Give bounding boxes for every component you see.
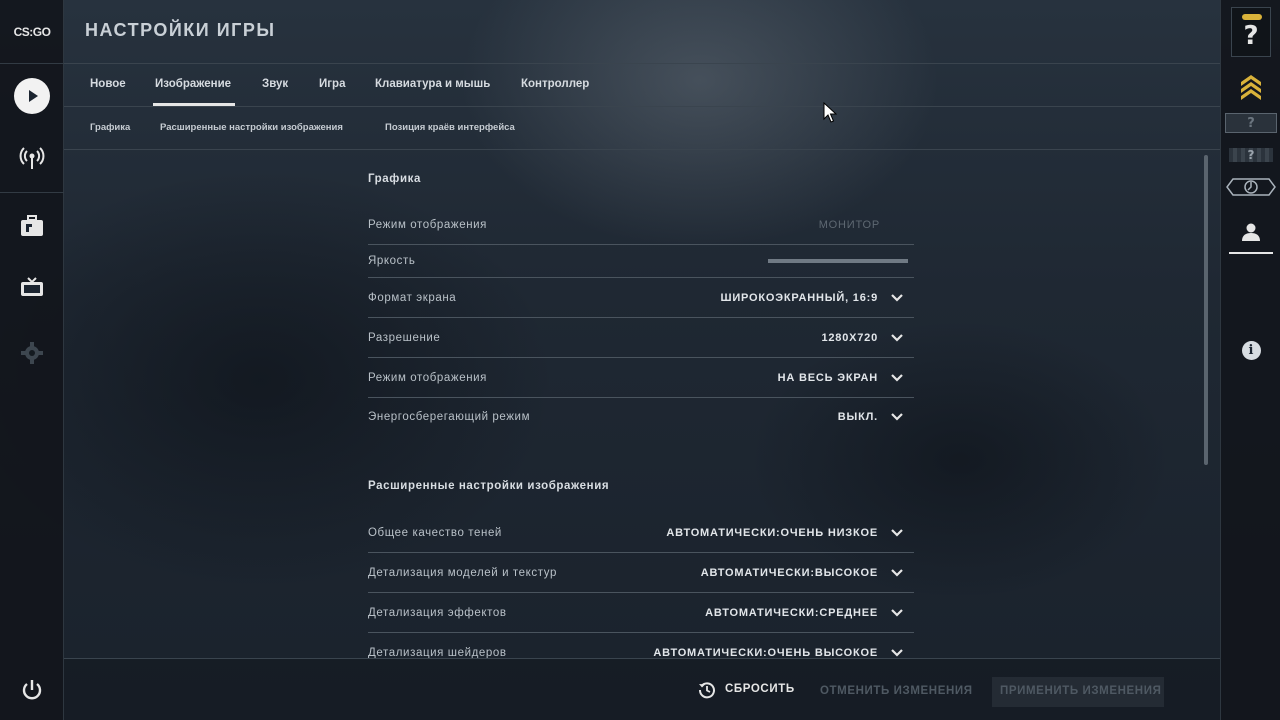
subtab-hud-edge-position[interactable]: Позиция краёв интерфейса (385, 122, 515, 133)
history-icon (698, 682, 715, 699)
reset-label: СБРОСИТЬ (725, 683, 795, 695)
setting-row-display-monitor: Режим отображения МОНИТОР (368, 205, 914, 245)
quit-button[interactable] (0, 660, 64, 720)
setting-row-shadow-quality[interactable]: Общее качество теней АВТОМАТИЧЕСКИ:ОЧЕНЬ… (368, 513, 914, 553)
right-sidebar: ? ? ? i (1220, 0, 1280, 720)
tab-video[interactable]: Изображение (152, 78, 236, 106)
brightness-slider[interactable] (768, 259, 908, 263)
player-profile-button[interactable] (1229, 212, 1273, 254)
chevron-down-icon[interactable] (890, 528, 904, 538)
tab-game[interactable]: Игра (319, 78, 345, 90)
setting-row-resolution[interactable]: Разрешение 1280X720 (368, 318, 914, 358)
setting-label: Детализация моделей и текстур (368, 566, 557, 579)
help-button[interactable]: ? (1221, 4, 1280, 60)
setting-label: Режим отображения (368, 371, 487, 384)
tab-audio[interactable]: Звук (262, 78, 288, 90)
setting-label: Детализация шейдеров (368, 646, 507, 659)
shadow-quality-dropdown-value[interactable]: АВТОМАТИЧЕСКИ:ОЧЕНЬ НИЗКОЕ (666, 527, 878, 539)
profile-rank-badge[interactable] (1221, 176, 1280, 198)
rank-chevrons-icon (1241, 75, 1261, 100)
tab-controller[interactable]: Контроллер (521, 78, 589, 90)
rank-button[interactable] (1221, 66, 1280, 106)
setting-label: Детализация эффектов (368, 606, 507, 619)
settings-button[interactable] (0, 323, 64, 383)
setting-label: Формат экрана (368, 291, 457, 304)
broadcast-icon (19, 147, 45, 169)
setting-value: МОНИТОР (818, 218, 880, 231)
setting-row-power-saving[interactable]: Энергосберегающий режим ВЫКЛ. (368, 397, 914, 437)
chevron-down-icon[interactable] (890, 648, 904, 658)
unranked-badge[interactable]: ? (1221, 112, 1280, 134)
setting-label: Энергосберегающий режим (368, 411, 531, 423)
page-title: НАСТРОЙКИ ИГРЫ (85, 20, 276, 40)
effect-detail-dropdown-value[interactable]: АВТОМАТИЧЕСКИ:СРЕДНЕЕ (705, 607, 878, 619)
resolution-dropdown-value[interactable]: 1280X720 (821, 332, 878, 344)
user-icon (1242, 223, 1260, 241)
section-title-graphics: Графика (368, 173, 421, 185)
help-icon: ? (1243, 21, 1259, 51)
settings-content: Графика Режим отображения МОНИТОР Яркост… (64, 151, 1220, 658)
sidebar-divider (0, 192, 64, 193)
tv-icon (21, 277, 43, 296)
chevron-down-icon[interactable] (890, 568, 904, 578)
chevron-down-icon[interactable] (890, 293, 904, 303)
display-mode-dropdown-value[interactable]: НА ВЕСЬ ЭКРАН (778, 372, 878, 384)
tab-new[interactable]: Новое (90, 78, 126, 90)
settings-subtabs: Графика Расширенные настройки изображени… (64, 107, 1220, 150)
subtab-graphics[interactable]: Графика (90, 122, 130, 133)
setting-row-model-texture-detail[interactable]: Детализация моделей и текстур АВТОМАТИЧЕ… (368, 553, 914, 593)
inventory-icon (21, 215, 43, 236)
wingman-rank-badge[interactable]: ? (1221, 144, 1280, 166)
info-glyph: i (1248, 342, 1254, 358)
setting-row-brightness: Яркость (368, 245, 914, 278)
mouse-cursor-icon (823, 102, 837, 123)
info-icon: i (1241, 340, 1261, 360)
model-texture-dropdown-value[interactable]: АВТОМАТИЧЕСКИ:ВЫСОКОЕ (701, 567, 878, 579)
cancel-changes-button[interactable]: ОТМЕНИТЬ ИЗМЕНЕНИЯ (820, 685, 973, 697)
gear-icon (21, 342, 43, 364)
subtab-advanced-video[interactable]: Расширенные настройки изображения (160, 122, 343, 133)
setting-label: Разрешение (368, 331, 441, 344)
play-button[interactable] (0, 66, 64, 126)
tab-keyboard-mouse[interactable]: Клавиатура и мышь (375, 78, 490, 90)
setting-row-shader-detail[interactable]: Детализация шейдеров АВТОМАТИЧЕСКИ:ОЧЕНЬ… (368, 633, 914, 658)
chevron-down-icon[interactable] (890, 608, 904, 618)
watch-button[interactable] (0, 258, 64, 318)
settings-tabs: Новое Изображение Звук Игра Клавиатура и… (64, 64, 1220, 107)
chevron-down-icon[interactable] (890, 373, 904, 383)
csgo-logo[interactable]: CS:GO (0, 0, 64, 64)
aspect-ratio-dropdown-value[interactable]: ШИРОКОЭКРАННЫЙ, 16:9 (720, 292, 878, 304)
shader-detail-dropdown-value[interactable]: АВТОМАТИЧЕСКИ:ОЧЕНЬ ВЫСОКОЕ (653, 647, 878, 659)
chevron-down-icon[interactable] (890, 333, 904, 343)
profile-rank-icon (1226, 178, 1276, 196)
setting-row-effect-detail[interactable]: Детализация эффектов АВТОМАТИЧЕСКИ:СРЕДН… (368, 593, 914, 633)
play-icon (14, 78, 50, 114)
setting-label: Режим отображения (368, 218, 487, 231)
setting-row-aspect-ratio[interactable]: Формат экрана ШИРОКОЭКРАННЫЙ, 16:9 (368, 278, 914, 318)
chevron-down-icon[interactable] (890, 412, 904, 422)
setting-label: Яркость (368, 255, 416, 267)
footer-actions: СБРОСИТЬ ОТМЕНИТЬ ИЗМЕНЕНИЯ ПРИМЕНИТЬ ИЗ… (64, 658, 1220, 720)
apply-changes-button[interactable]: ПРИМЕНИТЬ ИЗМЕНЕНИЯ (1000, 685, 1161, 697)
unknown-badge-icon: ? (1229, 148, 1273, 162)
header: НАСТРОЙКИ ИГРЫ (64, 0, 1220, 64)
info-button[interactable]: i (1221, 339, 1280, 361)
unknown-rank-icon: ? (1247, 115, 1255, 131)
power-saving-dropdown-value[interactable]: ВЫКЛ. (838, 411, 878, 423)
content-scrollbar[interactable] (1204, 155, 1208, 465)
power-icon (22, 680, 42, 700)
gold-bar-icon (1242, 14, 1262, 20)
setting-label: Общее качество теней (368, 526, 502, 539)
left-sidebar: CS:GO (0, 0, 64, 720)
section-title-advanced: Расширенные настройки изображения (368, 480, 610, 492)
setting-row-display-mode[interactable]: Режим отображения НА ВЕСЬ ЭКРАН (368, 358, 914, 398)
inventory-button[interactable] (0, 196, 64, 256)
reset-button[interactable]: СБРОСИТЬ (698, 682, 795, 699)
watch-broadcast-button[interactable] (0, 128, 64, 188)
